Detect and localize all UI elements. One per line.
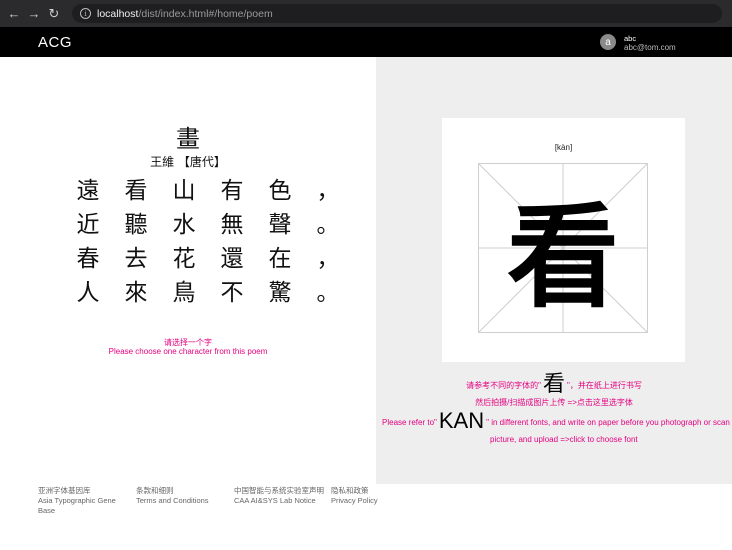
poem-title: 畫 — [176, 125, 200, 153]
poem-character[interactable]: 聽 — [112, 205, 160, 238]
footer-link-zh: 隐私和政策 — [331, 486, 369, 495]
poem-character[interactable]: 還 — [208, 239, 256, 272]
refer-en-after: " in different fonts, and write on paper… — [486, 418, 732, 427]
calligraphy-glyph: 看 — [507, 192, 619, 323]
poem-character[interactable]: 無 — [208, 205, 256, 238]
refer-zh-char: 看 — [542, 372, 565, 397]
pinyin: [kàn] — [554, 143, 573, 152]
footer-link-en: Asia Typographic Gene — [38, 496, 116, 505]
poem-panel: 畫 王維 【唐代】 遠 看 山 有 色 ， 近 聽 水 無 聲 。 春 去 花 … — [0, 57, 376, 484]
refer-zh-after: "，并在纸上进行书写 — [567, 381, 642, 390]
poem-character[interactable]: 來 — [112, 273, 160, 306]
forward-arrow-icon[interactable]: → — [24, 4, 44, 24]
footer-link-zh: 条款和细则 — [136, 486, 174, 495]
avatar[interactable]: a — [600, 34, 616, 50]
poem-character[interactable]: 聲 — [256, 205, 304, 238]
poem-character[interactable]: 近 — [64, 205, 112, 238]
poem-line: 近 聽 水 無 聲 。 — [64, 205, 352, 238]
refer-en-word: KAN — [438, 408, 485, 433]
choose-hint-en: Please choose one character from this po… — [108, 347, 268, 356]
poem-character[interactable]: 有 — [208, 171, 256, 204]
character-panel: [kàn] 看 请参考不同的字体的"看 "，并在纸上进行书写 然后拍摄/扫描成图片… — [376, 57, 732, 484]
poem-character[interactable]: 人 — [64, 273, 112, 306]
upload-link-zh[interactable]: 然后拍摄/扫描成图片上传 =>点击这里选字体 — [376, 397, 732, 408]
footer-link-en-cont: Base — [38, 506, 56, 515]
poem-character[interactable]: 鳥 — [160, 273, 208, 306]
app-header: ACG a abc abc@tom.com — [0, 27, 732, 57]
poem-character[interactable]: 山 — [160, 171, 208, 204]
refer-instruction-en: Please refer to"KAN " in different fonts,… — [382, 408, 732, 434]
browser-toolbar: ← → ↻ i localhost/dist/index.html#/home/… — [0, 0, 732, 27]
info-icon[interactable]: i — [80, 8, 91, 19]
refer-instruction-zh: 请参考不同的字体的"看 "，并在纸上进行书写 — [376, 366, 732, 398]
poem-character[interactable]: 春 — [64, 239, 112, 272]
poem-character[interactable]: 遠 — [64, 171, 112, 204]
poem-line: 春 去 花 還 在 ， — [64, 239, 352, 272]
poem-punctuation: 。 — [316, 212, 340, 238]
reload-icon[interactable]: ↻ — [44, 4, 64, 24]
footer-link-zh: 中国智能与系统实验室声明 — [234, 486, 324, 495]
poem-character[interactable]: 色 — [256, 171, 304, 204]
footer-link-lab-notice[interactable]: 中国智能与系统实验室声明 CAA AI&SYS Lab Notice — [234, 486, 324, 506]
refer-en-before: Please refer to" — [382, 418, 437, 427]
poem-punctuation: ， — [316, 178, 340, 204]
poem-character[interactable]: 驚 — [256, 273, 304, 306]
app-logo[interactable]: ACG — [38, 34, 72, 51]
poem-punctuation: 。 — [316, 280, 340, 306]
footer-link-zh: 亚洲字体基因库 — [38, 486, 91, 495]
poem-character[interactable]: 在 — [256, 239, 304, 272]
poem-character[interactable]: 不 — [208, 273, 256, 306]
poem-character[interactable]: 看 — [112, 171, 160, 204]
poem-line: 遠 看 山 有 色 ， — [64, 171, 352, 204]
back-arrow-icon[interactable]: ← — [4, 4, 24, 24]
refer-zh-before: 请参考不同的字体的" — [466, 381, 541, 390]
user-email: abc@tom.com — [624, 43, 676, 52]
writing-grid: 看 — [477, 162, 649, 334]
footer-link-en: CAA AI&SYS Lab Notice — [234, 496, 316, 505]
upload-link-en[interactable]: picture, and upload =>click to choose fo… — [490, 435, 638, 444]
poem-punctuation: ， — [316, 246, 340, 272]
url-host: localhost — [97, 7, 139, 20]
user-name: abc — [624, 34, 637, 43]
footer-link-en: Terms and Conditions — [136, 496, 209, 505]
footer-link-typographic-gene[interactable]: 亚洲字体基因库 Asia Typographic Gene Base — [38, 486, 126, 516]
footer-link-privacy[interactable]: 隐私和政策 Privacy Policy — [331, 486, 378, 506]
poem-line: 人 來 鳥 不 驚 。 — [64, 273, 352, 306]
footer-link-terms[interactable]: 条款和细则 Terms and Conditions — [136, 486, 209, 506]
footer-link-en: Privacy Policy — [331, 496, 378, 505]
poem-author: 王維 【唐代】 — [150, 155, 226, 169]
url-path: /dist/index.html#/home/poem — [138, 7, 273, 20]
address-bar[interactable]: i localhost/dist/index.html#/home/poem — [72, 4, 722, 23]
poem-character[interactable]: 水 — [160, 205, 208, 238]
character-card: [kàn] 看 — [442, 118, 685, 362]
poem-character[interactable]: 去 — [112, 239, 160, 272]
poem-character[interactable]: 花 — [160, 239, 208, 272]
